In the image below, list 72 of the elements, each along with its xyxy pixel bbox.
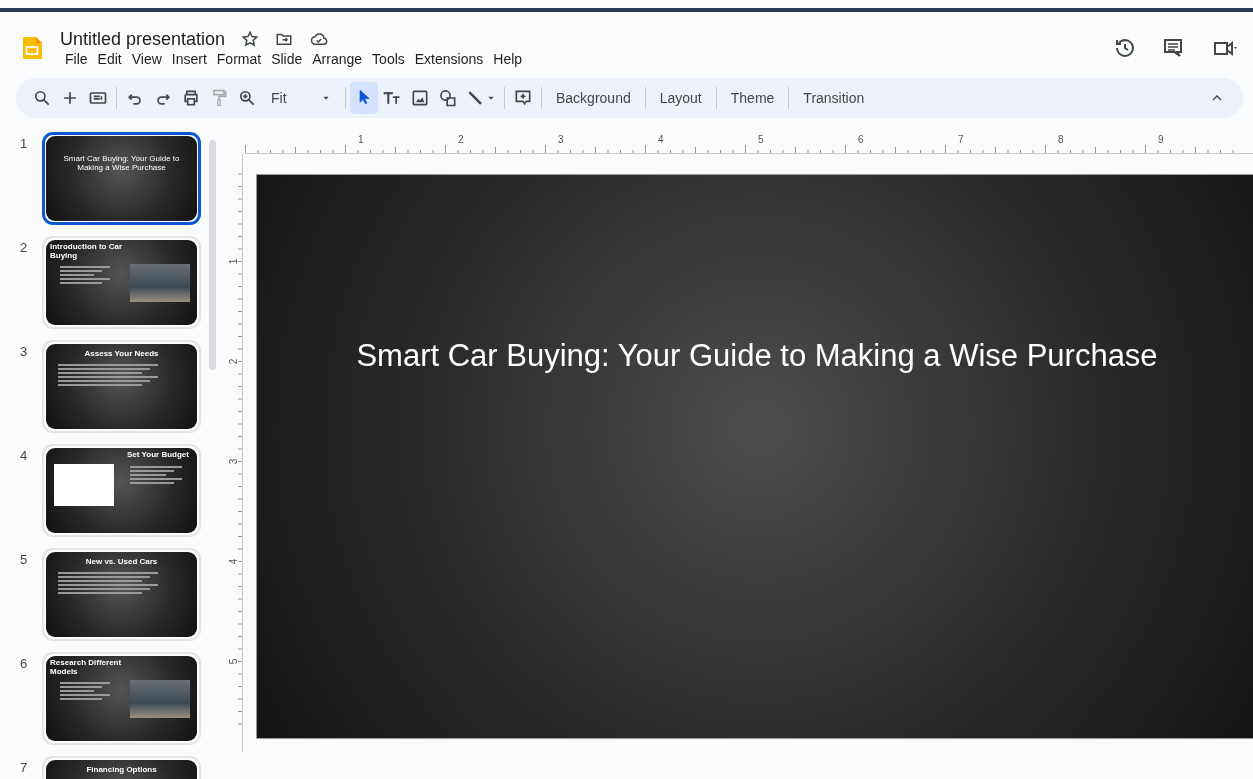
- ruler-number: 4: [658, 133, 664, 147]
- menu-item[interactable]: Insert: [166, 50, 212, 68]
- slide-number: 3: [20, 343, 29, 361]
- bullet-lines-drawing: [60, 680, 110, 702]
- select-tool-button[interactable]: [350, 82, 378, 114]
- scrollbar[interactable]: [209, 140, 216, 370]
- slide-number: 2: [20, 239, 29, 257]
- zoom-dropdown[interactable]: Fit: [261, 82, 341, 114]
- thumbnail-title: New vs. Used Cars: [84, 557, 159, 566]
- document-title[interactable]: Untitled presentation: [60, 28, 226, 50]
- slide-thumbnail[interactable]: Research Different Models: [42, 652, 201, 745]
- menu-item[interactable]: Extensions: [409, 50, 489, 68]
- thumbnail-title: Financing Options: [85, 765, 158, 774]
- toolbar-button[interactable]: Layout: [649, 82, 712, 114]
- ruler-number: 3: [227, 458, 241, 465]
- ruler-number: 2: [458, 133, 464, 147]
- slide-thumbnail[interactable]: Assess Your Needs: [42, 340, 201, 433]
- ruler-number: 8: [1058, 133, 1064, 147]
- ruler-number: 2: [227, 358, 241, 365]
- slide-number: 1: [20, 135, 29, 153]
- ruler-number: 4: [227, 558, 241, 565]
- zoom-value: Fit: [271, 88, 287, 108]
- print-icon: [181, 88, 201, 108]
- menu-item[interactable]: Tools: [367, 50, 410, 68]
- cloud-check-icon[interactable]: [309, 30, 330, 48]
- slide-number: 4: [20, 447, 29, 465]
- photo-placeholder: [130, 680, 190, 718]
- thumbnail-title: Set Your Budget: [126, 450, 190, 459]
- thumbnail-title: Research Different Models: [50, 658, 123, 676]
- ruler-number: 6: [858, 133, 864, 147]
- photo-placeholder: [130, 264, 190, 302]
- slide-title[interactable]: Smart Car Buying: Your Guide to Making a Wise Purchase: [257, 333, 1253, 380]
- ruler-number: 5: [758, 133, 764, 147]
- image-icon: [410, 88, 430, 108]
- menu-item[interactable]: View: [126, 50, 167, 68]
- ruler-number: 1: [227, 258, 241, 265]
- slide-thumbnail[interactable]: New vs. Used Cars: [42, 548, 201, 641]
- menu-item[interactable]: Help: [488, 50, 528, 68]
- slide-thumbnail[interactable]: Financing Options: [42, 756, 201, 779]
- shape-icon: [438, 88, 458, 108]
- slide-thumbnail[interactable]: Set Your Budget: [42, 444, 201, 537]
- thumbnail-title: Introduction to Car Buying: [50, 242, 123, 260]
- menu-item[interactable]: Format: [211, 50, 267, 68]
- slide-number: 5: [20, 551, 29, 569]
- search-icon: [32, 88, 52, 108]
- toolbar-button[interactable]: Background: [546, 82, 641, 114]
- toolbar-button[interactable]: Transition: [793, 82, 875, 114]
- slide-number: 7: [20, 759, 29, 777]
- slide-canvas[interactable]: Smart Car Buying: Your Guide to Making a Wise Purchase: [256, 174, 1253, 739]
- slide-number: 6: [20, 655, 29, 673]
- thumbnail-title: Assess Your Needs: [83, 349, 160, 358]
- ruler-number: 3: [558, 133, 564, 147]
- slide-thumbnail[interactable]: Introduction to Car Buying: [42, 236, 201, 329]
- comment-icon[interactable]: [1161, 36, 1185, 60]
- menu-item[interactable]: File: [60, 50, 93, 68]
- ruler-number: 9: [1158, 133, 1164, 147]
- toolbar-button[interactable]: Theme: [720, 82, 785, 114]
- ruler-number: 7: [958, 133, 964, 147]
- menu-item[interactable]: Slide: [266, 50, 308, 68]
- comment-add-icon: [513, 88, 533, 108]
- illustration-placeholder: [54, 464, 114, 506]
- history-icon[interactable]: [1113, 36, 1137, 60]
- thumbnail-title: Smart Car Buying: Your Guide to Making a Wise Purchase: [62, 154, 181, 172]
- star-icon[interactable]: [241, 30, 260, 48]
- bullet-lines-drawing: [130, 464, 182, 486]
- ruler-number: 5: [227, 658, 241, 665]
- menu-item[interactable]: Edit: [92, 50, 127, 68]
- zoom-icon: [237, 88, 257, 108]
- menu-item[interactable]: Arrange: [307, 50, 368, 68]
- ruler-number: 1: [358, 133, 364, 147]
- bullet-lines-drawing: [60, 264, 110, 286]
- slide-thumbnail[interactable]: Smart Car Buying: Your Guide to Making a Wise Purchase: [42, 132, 201, 225]
